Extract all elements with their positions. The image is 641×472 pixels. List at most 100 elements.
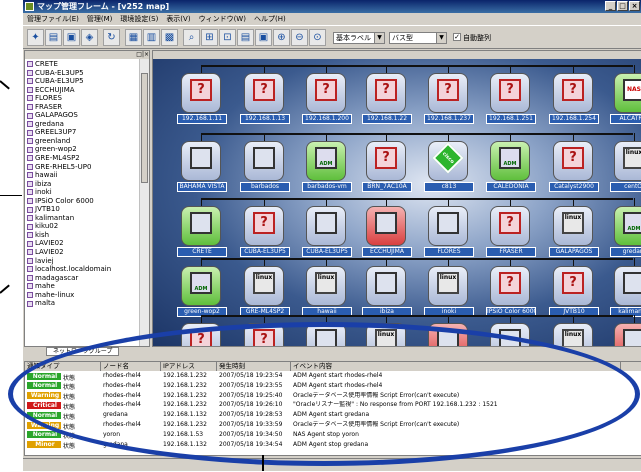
tree-scrollbar[interactable] [139,59,149,346]
node-label[interactable]: barbados [240,182,290,192]
event-row[interactable]: Warning 状態 rhodes-rhel4 192.168.1.232 2007/0… [25,421,641,430]
tree-item[interactable]: CUBA-EL3UP5 [27,69,139,78]
node-label[interactable]: 192.168.1.13 [240,114,290,124]
network-node[interactable]: cisco [428,141,468,181]
menu-window[interactable]: ウィンドウ(W) [195,13,250,25]
tree-item[interactable]: GALAPAGOS [27,111,139,120]
table-icon[interactable]: ▤ [237,29,254,46]
find-icon[interactable]: ⌕ [183,29,200,46]
tree-item[interactable]: FLORES [27,94,139,103]
network-node[interactable]: linux [428,266,468,306]
zoom-fit-icon[interactable]: ⊙ [309,29,326,46]
open-icon[interactable]: ▤ [45,29,62,46]
network-node[interactable]: ? [490,73,530,113]
tree-item[interactable]: mahe [27,282,139,291]
node-label[interactable]: 192.168.1.200 [302,114,352,124]
menu-file[interactable]: 管理ファイル(E) [23,13,83,25]
event-row[interactable]: Normal 状態 gredana 192.168.1.132 2007/05/18 1… [25,411,641,420]
tree-item[interactable]: CRETE [27,60,139,69]
network-node[interactable] [244,141,284,181]
tree-item[interactable]: malta [27,299,139,308]
label-select[interactable]: 基本ラベル ▼ [333,32,385,44]
title-bar[interactable]: マップ管理フレーム - [v252 map] _ □ × [23,0,641,13]
network-node[interactable]: ? [490,266,530,306]
network-node[interactable]: ? [244,73,284,113]
new-icon[interactable]: ✦ [27,29,44,46]
refresh-icon[interactable]: ↻ [103,29,120,46]
monitor-icon[interactable]: ⊡ [219,29,236,46]
node-label[interactable]: FLORES [424,247,474,257]
node-label[interactable]: 192.168.1.22 [362,114,412,124]
col-ip-address[interactable]: IPアドレス [161,362,217,371]
network-node[interactable]: ADM [490,141,530,181]
event-row[interactable]: Minor 状態 gredana 192.168.1.132 2007/05/18 19… [25,441,641,449]
col-node-name[interactable]: ノード名 [101,362,161,371]
network-node[interactable]: ? [181,323,221,346]
node-label[interactable]: BAHAMA VISTA [177,182,227,192]
network-node[interactable] [614,323,641,346]
network-node[interactable]: ? [244,323,284,346]
network-node[interactable]: ? [181,73,221,113]
tree-item[interactable]: hawaii [27,171,139,180]
tree-item[interactable]: GRE-RHEL5-UP0 [27,163,139,172]
network-node[interactable]: ? [366,73,406,113]
list-view-icon[interactable]: ▥ [143,29,160,46]
menu-manage[interactable]: 管理(M) [83,13,117,25]
zoom-out-icon[interactable]: ⊖ [291,29,308,46]
network-node[interactable] [181,141,221,181]
report-icon[interactable]: ▣ [255,29,272,46]
node-label[interactable]: GALAPAGOS [549,247,599,257]
network-node[interactable]: ? [244,206,284,246]
network-node[interactable] [614,266,641,306]
network-node[interactable]: ADM [306,141,346,181]
network-node[interactable]: ? [553,266,593,306]
auto-arrange-checkbox[interactable]: ✓ [453,33,461,41]
event-row[interactable]: Normal 状態 yoron 192.168.1.53 2007/05/18 19:3… [25,431,641,439]
node-label[interactable]: gredana [610,247,641,257]
node-label[interactable]: barbados-vm [302,182,352,192]
close-button[interactable]: × [629,1,640,11]
network-node[interactable]: ? [366,141,406,181]
tree-item[interactable]: greenland [27,137,139,146]
grid-view-icon[interactable]: ▩ [161,29,178,46]
tree-item[interactable]: JVTB10 [27,205,139,214]
tree-item[interactable]: laviej [27,257,139,266]
col-notify-type[interactable]: 通知タイプ [25,362,101,371]
node-label[interactable]: 192.168.1.254 [549,114,599,124]
col-event[interactable]: イベント内容 [291,362,621,371]
network-node[interactable]: ? [553,141,593,181]
event-row[interactable]: Warning 状態 rhodes-rhel4 192.168.1.232 2007/0… [25,392,641,400]
zoom-in-icon[interactable]: ⊕ [273,29,290,46]
node-label[interactable]: Catalyst2900 [549,182,599,192]
tree-item[interactable]: LAVIE02 [27,239,139,248]
network-node[interactable]: ? [490,206,530,246]
node-label[interactable]: CUBA-EL3UP5 [240,247,290,257]
tab-network-group[interactable]: ネットワークグループ [46,347,120,356]
node-label[interactable]: c813 [424,182,474,192]
network-node[interactable]: ADM [614,206,641,246]
network-node[interactable] [490,323,530,346]
network-node[interactable]: NAS [614,73,641,113]
tree-item[interactable]: LAVIE02 [27,248,139,257]
tree-item[interactable]: kalimantan [27,214,139,223]
network-node[interactable]: ADM [181,266,221,306]
tree-item[interactable]: CUBA-EL3UP5 [27,77,139,86]
tree-item[interactable]: kiku02 [27,222,139,231]
menu-view[interactable]: 表示(V) [162,13,194,25]
tree-item[interactable]: GRE-ML4SP2 [27,154,139,163]
menu-settings[interactable]: 環境設定(S) [116,13,162,25]
tree-item[interactable]: madagascar [27,274,139,283]
menu-help[interactable]: ヘルプ(H) [250,13,290,25]
tree-item[interactable]: mahe-linux [27,291,139,300]
node-label[interactable]: 192.168.1.251 [486,114,536,124]
network-node[interactable] [306,206,346,246]
network-node[interactable]: linux [306,266,346,306]
tree-item[interactable]: GREEL3UP7 [27,128,139,137]
tree-item[interactable]: ECCHUJIMA [27,86,139,95]
event-row[interactable]: Critical 状態 rhodes-rhel4 192.168.1.232 2007/… [25,401,641,410]
tree-item[interactable]: localhost.localdomain [27,265,139,274]
event-row[interactable]: Normal 状態 rhodes-rhel4 192.168.1.232 2007/05… [25,372,641,381]
network-node[interactable]: ? [428,73,468,113]
node-label[interactable]: 192.168.1.11 [177,114,227,124]
network-node[interactable]: linux [366,323,406,346]
